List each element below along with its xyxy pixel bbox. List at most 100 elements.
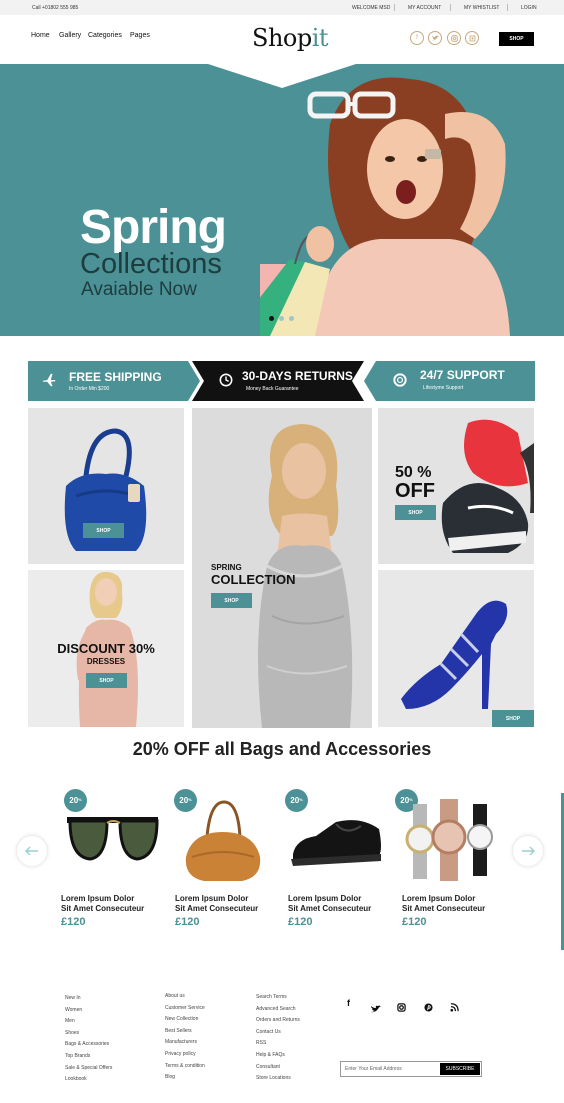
login-link[interactable]: LOGIN [521, 5, 537, 11]
airplane-icon [42, 373, 56, 387]
footer-link[interactable]: Customer Service [165, 1003, 205, 1015]
footer-link[interactable]: Best Sellers [165, 1026, 205, 1038]
nav-home[interactable]: Home [31, 32, 50, 39]
product-name: Sit Amet Consecuteur [175, 904, 259, 913]
footer-link[interactable]: Advanced Search [256, 1004, 300, 1016]
footer-col-info: About us Customer Service New Collection… [165, 991, 205, 1084]
clock-icon [219, 373, 233, 387]
discount-badge: 20% [285, 789, 308, 812]
product-price: £120 [402, 916, 427, 928]
facebook-icon[interactable]: f [410, 31, 424, 45]
divider [507, 4, 508, 11]
logo-accent: it [311, 24, 329, 52]
subscribe-button[interactable]: SUBSCRIBE [440, 1063, 480, 1075]
footer-link[interactable]: Blog [165, 1072, 205, 1084]
feature-title: 24/7 SUPPORT [420, 368, 505, 382]
hero-tagline: Avaiable Now [81, 279, 197, 300]
nav-pages[interactable]: Pages [130, 32, 150, 39]
twitter-icon[interactable] [428, 31, 442, 45]
footer-link[interactable]: RSS [256, 1038, 300, 1050]
product-card[interactable]: 20% Lorem Ipsum Dolor Sit Amet Consecute… [60, 789, 160, 934]
footer-link[interactable]: Store Locations [256, 1073, 300, 1085]
promo-spring-title: COLLECTION [211, 572, 296, 587]
feature-title: 30-DAYS RETURNS [242, 369, 353, 383]
phone-number: Call +01802 555 985 [32, 5, 79, 11]
footer-link[interactable]: Terms & condition [165, 1061, 205, 1073]
feature-support: 24/7 SUPPORT Lifestyme Support [390, 361, 530, 401]
promo-dress-tile[interactable]: DISCOUNT 30% DRESSES SHOP [28, 570, 184, 727]
promo-discount-title: DISCOUNT 30% [57, 641, 155, 656]
slider-dot[interactable] [279, 316, 284, 321]
promo-shop-button[interactable]: SHOP [395, 505, 436, 520]
footer-link[interactable]: New Collection [165, 1014, 205, 1026]
rss-icon[interactable] [450, 999, 459, 1017]
high-heel-image [401, 600, 508, 709]
promo-spring-tile[interactable]: SPRING COLLECTION SHOP [192, 408, 372, 728]
footer-link[interactable]: Women [65, 1005, 112, 1017]
footer-col-shop: New In Women Men Shoes Bags & Accessorie… [65, 993, 112, 1086]
logo-text: Shop [252, 24, 312, 52]
wishlist-link[interactable]: MY WHISTLIST [464, 5, 499, 11]
footer-link[interactable]: Contact Us [256, 1027, 300, 1039]
slider-dot-active[interactable] [269, 316, 274, 321]
sneaker-image [441, 419, 534, 553]
header-shop-button[interactable]: SHOP [499, 32, 534, 46]
product-price: £120 [175, 916, 200, 928]
site-logo[interactable]: Shopit [252, 24, 329, 52]
footer-link[interactable]: Men [65, 1016, 112, 1028]
promo-shop-button[interactable]: SHOP [83, 523, 124, 538]
product-card[interactable]: 20% Lorem Ipsum Dolor Sit Amet Consecute… [395, 789, 501, 934]
footer-link[interactable]: Consultant [256, 1062, 300, 1074]
footer-link[interactable]: Sale & Special Offers [65, 1063, 112, 1075]
facebook-icon[interactable]: f [347, 998, 350, 1008]
divider [394, 4, 395, 11]
promo-spring-label: SPRING [211, 563, 242, 572]
pinterest-icon[interactable] [424, 999, 433, 1017]
footer-link[interactable]: Search Terms [256, 992, 300, 1004]
top-bar: Call +01802 555 985 WELCOME MSD MY ACCOU… [0, 0, 564, 15]
footer-link[interactable]: Manufacturers [165, 1037, 205, 1049]
slider-dot[interactable] [289, 316, 294, 321]
footer-link[interactable]: Bags & Accessories [65, 1039, 112, 1051]
feature-title: FREE SHIPPING [69, 370, 162, 384]
footer-link[interactable]: Top Brands [65, 1051, 112, 1063]
instagram-icon[interactable] [397, 999, 406, 1017]
product-card[interactable]: 20% Lorem Ipsum Dolor Sit Amet Consecute… [285, 789, 387, 934]
footer-link[interactable]: Help & FAQs [256, 1050, 300, 1062]
hero-title: Spring [80, 201, 227, 254]
promo-shop-button[interactable]: SHOP [86, 673, 127, 688]
footer-link[interactable]: Lookbook [65, 1074, 112, 1086]
hero-banner: Spring Collections Avaiable Now [0, 64, 564, 336]
shoe-icon [291, 820, 381, 866]
twitter-icon[interactable] [371, 1000, 381, 1018]
footer-col-help: Search Terms Advanced Search Orders and … [256, 992, 300, 1085]
instagram-icon[interactable] [447, 31, 461, 45]
promo-shop-button[interactable]: SHOP [211, 593, 252, 608]
product-card[interactable]: 20% Lorem Ipsum Dolor Sit Amet Consecute… [174, 789, 274, 934]
footer-link[interactable]: New In [65, 993, 112, 1005]
nav-gallery[interactable]: Gallery [59, 32, 81, 39]
my-account-link[interactable]: MY ACCOUNT [408, 5, 441, 11]
footer-link[interactable]: Orders and Returns [256, 1015, 300, 1027]
carousel-prev-button[interactable] [17, 836, 47, 866]
promo-heels-tile[interactable]: SHOP [378, 570, 534, 727]
product-name: Lorem Ipsum Dolor [402, 894, 476, 903]
footer-link[interactable]: Shoes [65, 1028, 112, 1040]
promo-bag-tile[interactable]: SHOP [28, 408, 184, 564]
hero-subtitle: Collections [80, 248, 222, 280]
sunglasses-icon [67, 817, 159, 861]
pinterest-icon[interactable] [465, 31, 479, 45]
feature-free-shipping: FREE SHIPPING In Order Min $200 [40, 361, 190, 401]
promo-sneaker-tile[interactable]: 50 % OFF SHOP [378, 408, 534, 564]
footer-link[interactable]: Privacy policy [165, 1049, 205, 1061]
email-input[interactable]: Enter Your Email Address [345, 1066, 402, 1072]
promo-shop-button[interactable]: SHOP [492, 710, 534, 727]
nav-categories[interactable]: Categories [88, 32, 122, 39]
product-name: Sit Amet Consecuteur [402, 904, 486, 913]
footer-link[interactable]: About us [165, 991, 205, 1003]
welcome-link[interactable]: WELCOME MSD [352, 5, 390, 11]
product-name: Lorem Ipsum Dolor [288, 894, 362, 903]
divider [450, 4, 451, 11]
carousel-next-button[interactable] [513, 836, 543, 866]
newsletter-form: Enter Your Email Address SUBSCRIBE [340, 1061, 482, 1077]
